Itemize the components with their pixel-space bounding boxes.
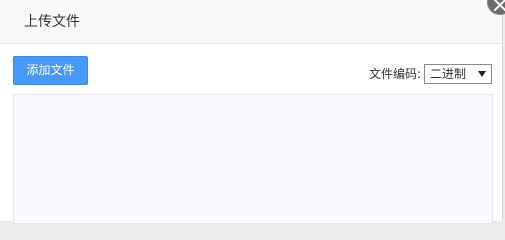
file-encoding-select[interactable]: 二进制 <box>424 64 492 84</box>
file-encoding-label: 文件编码: <box>369 67 422 81</box>
upload-file-dialog: 上传文件 添加文件 文件编码: 二进制 <box>0 0 503 224</box>
chevron-down-icon <box>478 71 486 77</box>
file-list-area[interactable] <box>13 94 493 224</box>
close-icon <box>494 0 505 11</box>
dialog-title: 上传文件 <box>24 14 80 30</box>
file-encoding-value: 二进制 <box>430 67 467 81</box>
add-file-button[interactable]: 添加文件 <box>13 56 88 85</box>
dialog-header: 上传文件 <box>0 0 502 44</box>
